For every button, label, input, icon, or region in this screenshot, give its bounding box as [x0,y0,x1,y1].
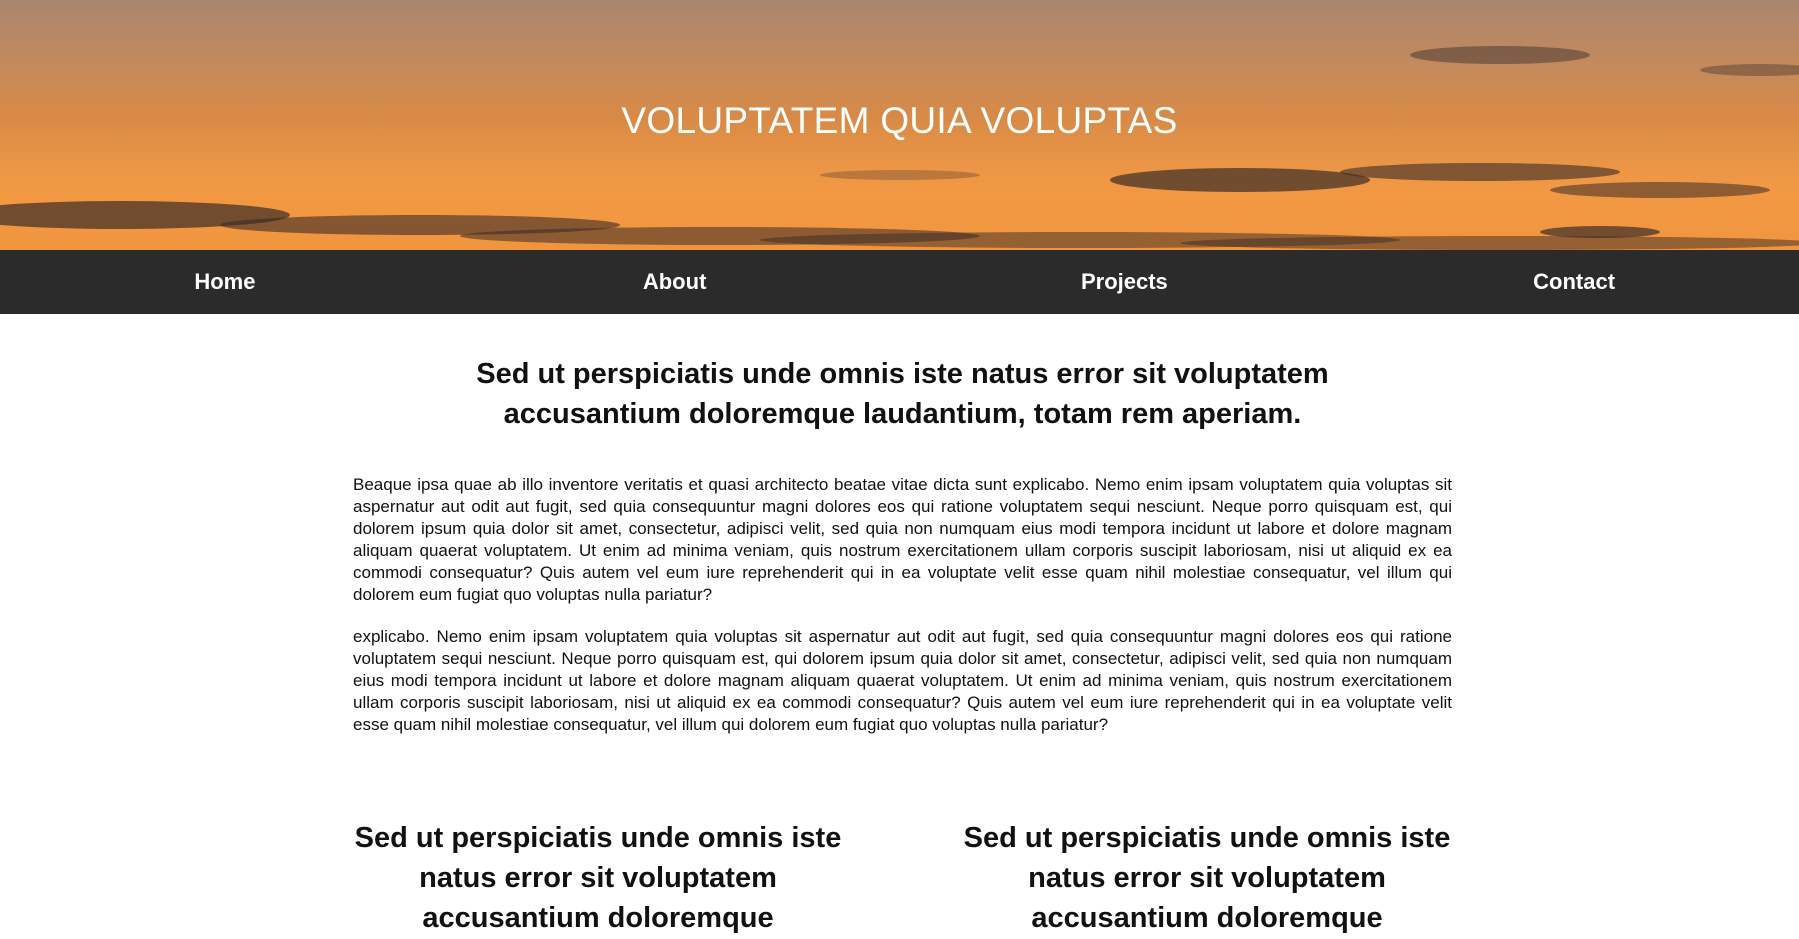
body-paragraph: Beaque ipsa quae ab illo inventore verit… [353,475,1452,604]
body-paragraph: explicabo. Nemo enim ipsam voluptatem qu… [353,627,1452,734]
nav-item-about[interactable]: About [450,250,900,314]
column-heading-right: Sed ut perspiciatis unde omnis iste natu… [963,822,1451,934]
page-title: VOLUPTATEM QUIA VOLUPTAS [621,100,1178,141]
main-nav: Home About Projects Contact [0,250,1799,314]
column-heading-left: Sed ut perspiciatis unde omnis iste natu… [354,822,842,934]
hero-banner: VOLUPTATEM QUIA VOLUPTAS [0,0,1799,250]
main-content: Sed ut perspiciatis unde omnis iste natu… [353,314,1452,736]
nav-item-home[interactable]: Home [0,250,450,314]
lead-heading: Sed ut perspiciatis unde omnis iste natu… [476,358,1329,430]
nav-item-projects[interactable]: Projects [900,250,1350,314]
nav-item-contact[interactable]: Contact [1349,250,1799,314]
two-column-section: Sed ut perspiciatis unde omnis iste natu… [353,818,1452,938]
